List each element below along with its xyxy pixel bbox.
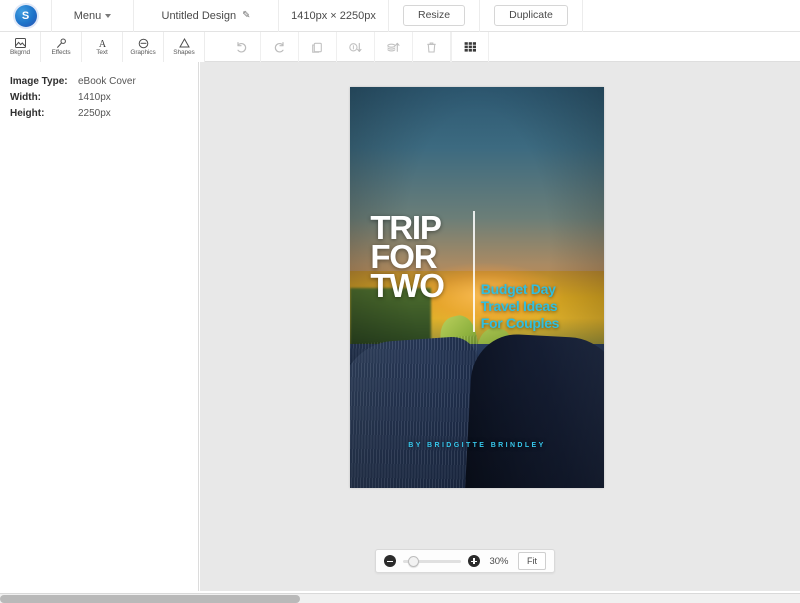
bring-forward-button[interactable] [375,32,413,62]
menu-button[interactable]: Menu [52,0,134,32]
cover-title-line-3: TWO [370,267,445,305]
duplicate-button[interactable]: Duplicate [494,4,568,27]
zoom-control-bar: 30% Fit [375,549,555,573]
info-value-width: 1410px [78,92,111,103]
graphics-circle-icon [138,38,149,49]
menu-label: Menu [73,9,102,22]
text-a-icon: A [97,38,108,49]
tool-toolbar: Bkgrnd Effects A Text Graphics Shapes [0,32,800,62]
triangle-shape-icon [178,38,190,49]
tool-tab-text[interactable]: A Text [82,32,123,62]
design-title-label: Untitled Design [161,9,237,22]
design-editor-app: S Menu Untitled Design ✎ 1410px × 2250px… [0,0,800,603]
info-row-width: Width: 1410px [10,90,188,106]
horizontal-scrollbar[interactable] [0,593,800,603]
undo-button[interactable] [223,32,261,62]
cover-title-text[interactable]: TRIP FOR TWO [370,211,445,305]
zoom-slider-track[interactable] [403,555,461,567]
copy-button[interactable] [299,32,337,62]
zoom-fit-button[interactable]: Fit [518,552,546,570]
action-icons-group [223,32,489,62]
magic-wand-icon [56,38,67,49]
info-key-width: Width: [10,92,42,103]
zoom-in-icon[interactable] [468,555,480,567]
info-key-height: Height: [10,108,45,119]
tool-tab-shapes-label: Shapes [173,48,195,56]
duplicate-button-wrapper: Duplicate [480,0,583,32]
design-title-field[interactable]: Untitled Design ✎ [134,0,279,32]
resize-button[interactable]: Resize [403,4,466,27]
delete-button[interactable] [413,32,451,62]
pencil-edit-icon[interactable]: ✎ [242,10,250,21]
tool-tab-effects[interactable]: Effects [41,32,82,62]
cover-subtitle-text[interactable]: Budget Day Travel Ideas For Couples [480,281,560,331]
cover-subtitle-line-1: Budget Day [480,281,556,298]
redo-button[interactable] [261,32,299,62]
toolbar-gap [205,32,223,61]
info-key-image-type: Image Type: [10,76,68,87]
zoom-slider-knob[interactable] [408,555,420,567]
tool-tab-shapes[interactable]: Shapes [164,32,205,62]
info-value-height: 2250px [78,108,111,119]
tool-tab-graphics-label: Graphics [130,48,156,56]
tool-tab-bkgrnd[interactable]: Bkgrnd [0,32,41,62]
tool-tab-bkgrnd-label: Bkgrnd [10,48,30,56]
tool-tab-text-label: Text [96,48,108,56]
background-icon [14,38,26,49]
info-value-image-type: eBook Cover [78,76,136,87]
cover-subtitle-line-2: Travel Ideas [480,298,558,314]
app-logo-wrapper[interactable]: S [0,0,52,32]
svg-text:A: A [98,39,106,49]
zoom-percent-label: 30% [489,555,509,567]
top-bar: S Menu Untitled Design ✎ 1410px × 2250px… [0,0,800,32]
canvas-dimensions-label: 1410px × 2250px [279,0,389,32]
resize-button-wrapper: Resize [389,0,481,32]
info-row-image-type: Image Type: eBook Cover [10,74,188,90]
tool-tab-graphics[interactable]: Graphics [123,32,164,62]
zoom-out-icon[interactable] [384,555,396,567]
app-logo-icon[interactable]: S [14,4,37,27]
left-info-panel: Image Type: eBook Cover Width: 1410px He… [0,62,199,591]
cover-divider-line [473,211,475,332]
ebook-cover-canvas[interactable]: TRIP FOR TWO Budget Day Travel Ideas For… [350,87,604,488]
info-row-height: Height: 2250px [10,106,188,122]
grid-button[interactable] [451,32,489,62]
canvas-area[interactable]: TRIP FOR TWO Budget Day Travel Ideas For… [200,62,800,591]
cover-byline-text[interactable]: BY BRIDGITTE BRINDLEY [350,442,604,449]
tool-tab-effects-label: Effects [51,48,71,56]
chevron-down-icon [105,13,112,18]
horizontal-scrollbar-thumb[interactable] [0,595,300,603]
send-backward-button[interactable] [337,32,375,62]
cover-subtitle-line-3: For Couples [480,314,560,331]
